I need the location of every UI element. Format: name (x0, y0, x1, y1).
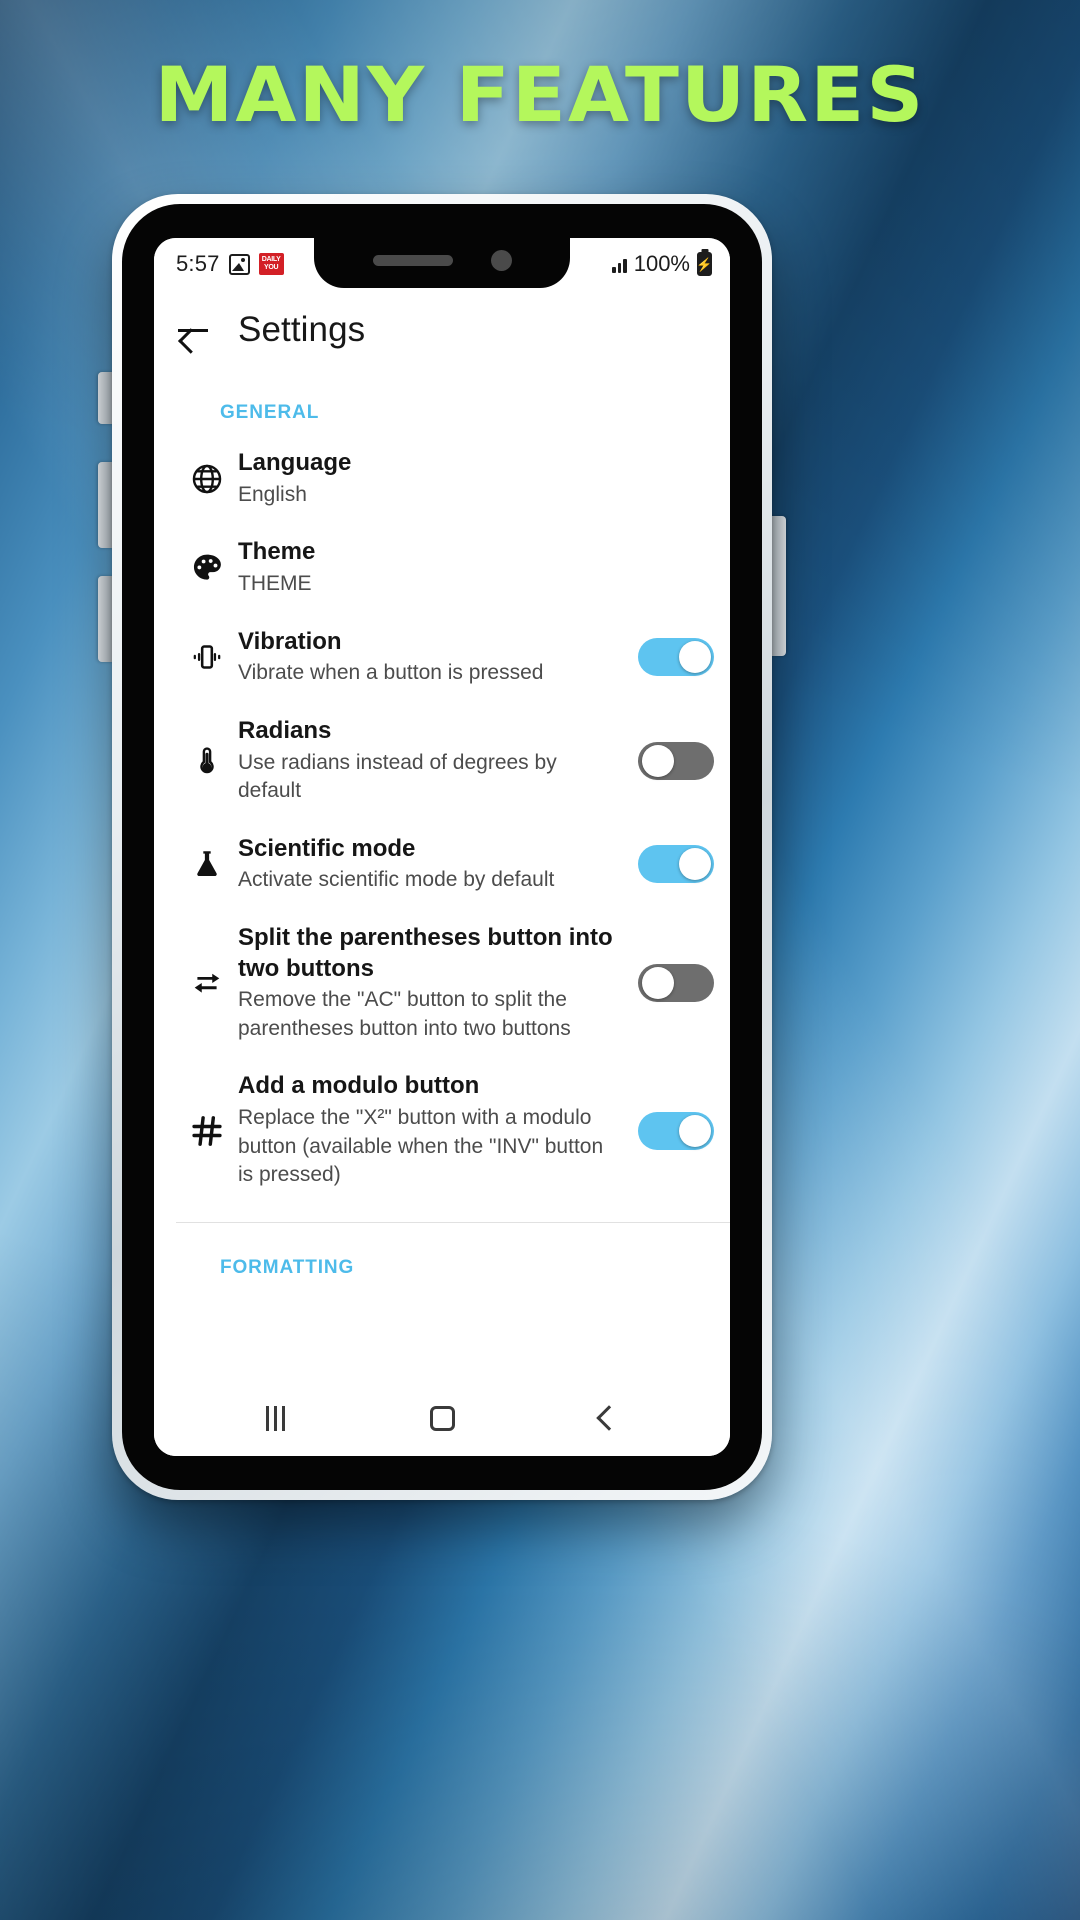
settings-scroll-area[interactable]: GENERAL Language English Theme THEME Vib… (154, 368, 730, 1456)
settings-row-title: Language (238, 449, 352, 476)
globe-icon (176, 462, 238, 496)
section-header-formatting: FORMATTING (220, 1256, 355, 1278)
settings-row-title: Split the parentheses button into two bu… (238, 923, 613, 982)
toggle-knob (642, 744, 674, 777)
battery-charging-icon: ⚡ (696, 252, 713, 276)
settings-row-split-parentheses-text: Split the parentheses button into two bu… (238, 923, 632, 1044)
back-arrow-icon[interactable] (176, 313, 210, 347)
news-badge-line1: DAILY (261, 256, 281, 263)
news-badge-line2: YOU (263, 264, 279, 271)
settings-row-radians[interactable]: Radians Use radians instead of degrees b… (154, 702, 730, 820)
status-time: 5:57 (176, 251, 220, 276)
recents-icon[interactable] (266, 1405, 286, 1431)
settings-row-scientific-mode[interactable]: Scientific mode Activate scientific mode… (154, 820, 730, 909)
settings-row-modulo-button[interactable]: Add a modulo button Replace the "X²" but… (154, 1057, 730, 1203)
news-badge-icon: DAILY YOU (258, 253, 284, 275)
settings-row-subtitle: THEME (238, 571, 312, 595)
thermometer-icon (176, 744, 238, 778)
home-icon[interactable] (429, 1405, 455, 1431)
toggle-knob (679, 641, 711, 674)
flask-icon (176, 847, 238, 881)
settings-row-language-text: Language English (238, 448, 714, 509)
vibration-icon (176, 640, 238, 674)
settings-row-vibration-text: Vibration Vibrate when a button is press… (238, 627, 632, 688)
palette-icon (176, 551, 238, 585)
settings-row-theme[interactable]: Theme THEME (154, 523, 730, 612)
phone-side-button-power[interactable] (770, 516, 786, 656)
settings-row-title: Radians (238, 716, 332, 744)
settings-row-subtitle: Use radians instead of degrees by defaul… (238, 750, 557, 803)
screenshot-stage: MANY FEATURES 5:57 DAILY YOU 100% ⚡ Sett… (0, 0, 1080, 1920)
settings-row-modulo-button-text: Add a modulo button Replace the "X²" but… (238, 1071, 632, 1189)
settings-row-title: Theme (238, 538, 316, 566)
settings-row-title: Scientific mode (238, 834, 416, 862)
settings-row-subtitle: Activate scientific mode by default (238, 868, 555, 892)
settings-row-subtitle: English (238, 482, 307, 506)
toggle-knob (679, 1114, 711, 1147)
earpiece-speaker-icon (372, 254, 453, 266)
settings-toggle-split-parentheses[interactable] (638, 964, 714, 1003)
status-bar-right: 100% ⚡ (612, 251, 713, 277)
photo-icon (228, 253, 250, 275)
settings-row-split-parentheses[interactable]: Split the parentheses button into two bu… (154, 909, 730, 1058)
hash-icon (176, 1113, 238, 1149)
settings-toggle-scientific-mode[interactable] (638, 845, 714, 884)
settings-row-subtitle: Vibrate when a button is pressed (238, 661, 544, 685)
settings-row-subtitle: Replace the "X²" button with a modulo bu… (238, 1106, 604, 1187)
settings-row-language[interactable]: Language English (154, 434, 730, 523)
settings-row-subtitle: Remove the "AC" button to split the pare… (238, 988, 571, 1040)
phone-notch (314, 238, 570, 288)
settings-row-title: Add a modulo button (238, 1072, 480, 1100)
settings-toggle-vibration[interactable] (638, 638, 714, 677)
battery-percent-label: 100% (633, 251, 690, 276)
app-bar: Settings (154, 290, 730, 368)
settings-row-title: Vibration (238, 627, 342, 655)
headline-text: MANY FEATURES (154, 50, 926, 139)
section-header-general: GENERAL (220, 402, 320, 423)
phone-screen: 5:57 DAILY YOU 100% ⚡ Settings GENERAL L… (154, 238, 730, 1456)
swap-arrows-icon (176, 965, 238, 1001)
settings-toggle-radians[interactable] (638, 741, 714, 780)
settings-row-vibration[interactable]: Vibration Vibrate when a button is press… (154, 613, 730, 702)
status-bar-left: 5:57 DAILY YOU (176, 251, 284, 277)
settings-row-radians-text: Radians Use radians instead of degrees b… (238, 716, 632, 806)
nav-back-icon[interactable] (595, 1405, 622, 1431)
front-camera-icon (490, 249, 512, 271)
toggle-knob (642, 967, 674, 1000)
signal-icon (612, 256, 627, 273)
settings-row-scientific-mode-text: Scientific mode Activate scientific mode… (238, 834, 632, 895)
page-title: Settings (238, 310, 366, 349)
settings-toggle-modulo-button[interactable] (638, 1111, 714, 1150)
settings-row-theme-text: Theme THEME (238, 537, 714, 598)
toggle-knob (679, 848, 711, 881)
android-nav-bar (154, 1380, 730, 1456)
phone-mockup: 5:57 DAILY YOU 100% ⚡ Settings GENERAL L… (98, 194, 786, 1500)
